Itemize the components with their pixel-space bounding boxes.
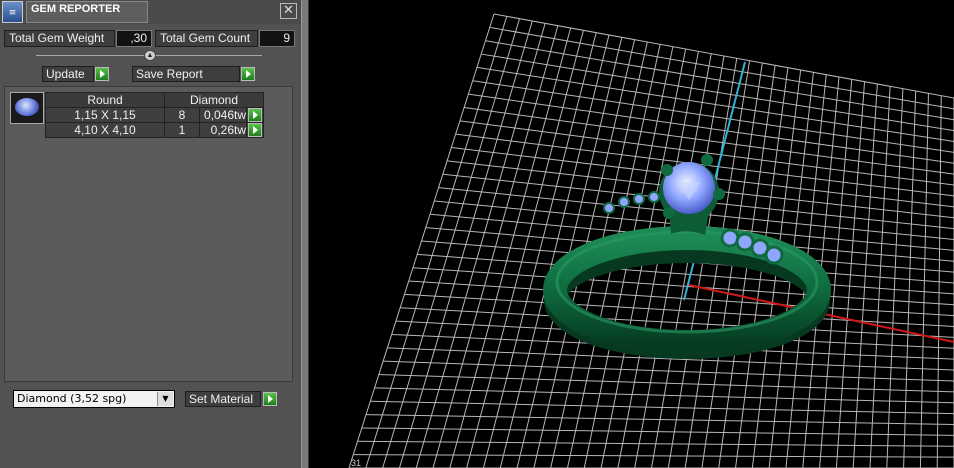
update-play-icon[interactable] <box>95 67 109 81</box>
header-shape: Round <box>45 92 165 108</box>
grid-line <box>869 86 891 468</box>
slider-knob-icon[interactable]: ▲ <box>144 50 156 61</box>
grid-line <box>382 18 521 468</box>
gem-count: 1 <box>164 122 200 138</box>
close-icon[interactable]: ✕ <box>280 3 297 19</box>
table-row[interactable]: 1,15 X 1,15 8 0,046tw <box>45 107 264 123</box>
panel-splitter[interactable] <box>301 0 309 468</box>
gem-table-header: Round Diamond <box>45 92 264 108</box>
grid-line <box>348 13 495 468</box>
gem-size: 4,10 X 4,10 <box>45 122 165 138</box>
grid-line <box>398 20 533 468</box>
gem-count: 8 <box>164 107 200 123</box>
material-select[interactable]: Diamond (3,52 spg) ▼ <box>13 390 175 408</box>
total-gem-count-value: 9 <box>259 30 295 47</box>
gem-size: 1,15 X 1,15 <box>45 107 165 123</box>
gem-weight: 0,26tw <box>199 122 247 138</box>
gem-thumbnail-icon[interactable] <box>10 92 44 124</box>
total-gem-count-label: Total Gem Count <box>155 30 258 47</box>
header-material: Diamond <box>164 92 264 108</box>
grid-line <box>835 81 866 468</box>
3d-viewport[interactable]: 31 <box>309 0 954 468</box>
set-material-button[interactable]: Set Material <box>185 391 261 407</box>
set-material-play-icon[interactable] <box>263 392 277 406</box>
dropdown-arrow-icon[interactable]: ▼ <box>157 392 173 406</box>
update-button[interactable]: Update <box>42 66 94 82</box>
panel-title: GEM REPORTER <box>26 1 148 23</box>
row-action <box>246 107 264 123</box>
gem-table: Round Diamond 1,15 X 1,15 8 0,046tw 4,10… <box>45 92 264 138</box>
grid-line <box>852 83 878 468</box>
save-report-play-icon[interactable] <box>241 67 255 81</box>
viewport-corner-label: 31 <box>351 458 361 468</box>
grid-line <box>432 25 559 468</box>
app-icon: ≡ <box>2 1 23 23</box>
total-gem-weight-value: ,30 <box>116 30 152 47</box>
material-select-value: Diamond (3,52 spg) <box>17 392 127 405</box>
row-action <box>246 122 264 138</box>
viewport-scene: 31 <box>348 13 954 468</box>
gem-reporter-panel: ≡ GEM REPORTER ✕ Total Gem Weight ,30 To… <box>0 0 301 468</box>
table-row[interactable]: 4,10 X 4,10 1 0,26tw <box>45 122 264 138</box>
total-gem-weight-label: Total Gem Weight <box>4 30 115 47</box>
gem-weight: 0,046tw <box>199 107 247 123</box>
save-report-button[interactable]: Save Report <box>132 66 240 82</box>
row-play-icon[interactable] <box>248 108 262 122</box>
ring-model <box>543 154 831 359</box>
title-bar: ≡ GEM REPORTER ✕ <box>0 0 301 24</box>
row-play-icon[interactable] <box>248 123 262 137</box>
